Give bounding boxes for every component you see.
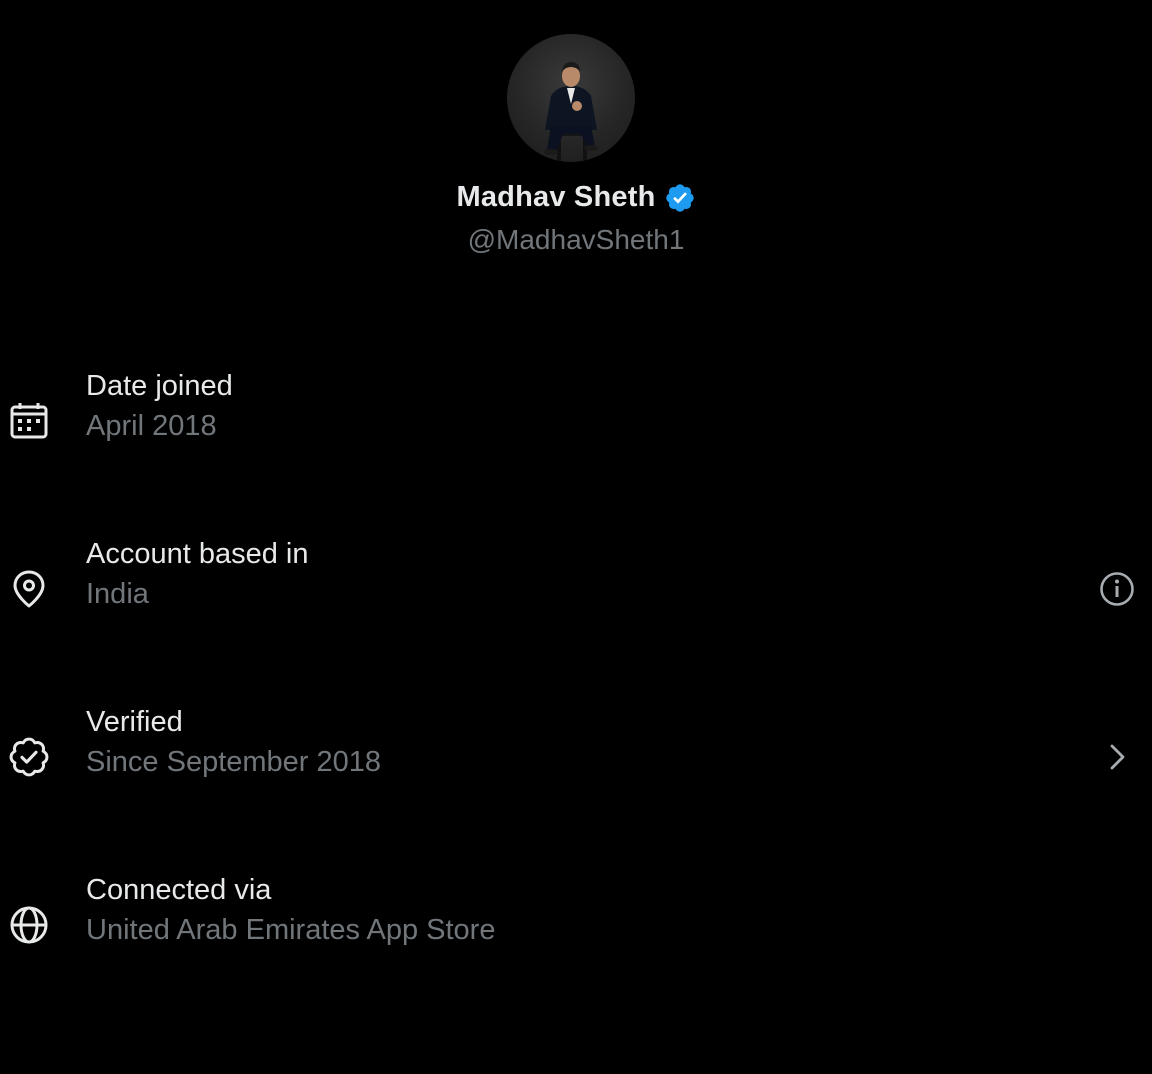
chevron-right-icon[interactable]	[1098, 738, 1136, 776]
row-value: April 2018	[86, 410, 217, 442]
display-name: Madhav Sheth	[456, 180, 656, 213]
about-account-page: Madhav Sheth @MadhavSheth1 Date joined A…	[0, 0, 1152, 1074]
info-icon[interactable]	[1098, 570, 1136, 608]
row-value: Since September 2018	[86, 746, 382, 778]
avatar[interactable]	[507, 34, 635, 162]
row-title: Account based in	[86, 538, 309, 570]
row-title: Date joined	[86, 370, 233, 402]
row-value: India	[86, 578, 149, 610]
verified-outline-icon	[8, 736, 50, 778]
username-handle: @MadhavSheth1	[467, 224, 685, 255]
calendar-icon	[8, 400, 50, 442]
profile-photo	[544, 62, 598, 162]
globe-icon	[8, 904, 50, 946]
info-row-date-joined: Date joined April 2018	[0, 370, 1152, 470]
row-title: Verified	[86, 706, 183, 738]
info-row-verified[interactable]: Verified Since September 2018	[0, 706, 1152, 806]
row-title: Connected via	[86, 874, 272, 906]
row-value: United Arab Emirates App Store	[86, 914, 496, 946]
display-name-row: Madhav Sheth	[0, 180, 1152, 214]
info-row-account-based-in: Account based in India	[0, 538, 1152, 638]
info-row-connected-via: Connected via United Arab Emirates App S…	[0, 874, 1152, 974]
verified-badge-icon[interactable]	[664, 182, 696, 214]
location-pin-icon	[8, 568, 50, 610]
